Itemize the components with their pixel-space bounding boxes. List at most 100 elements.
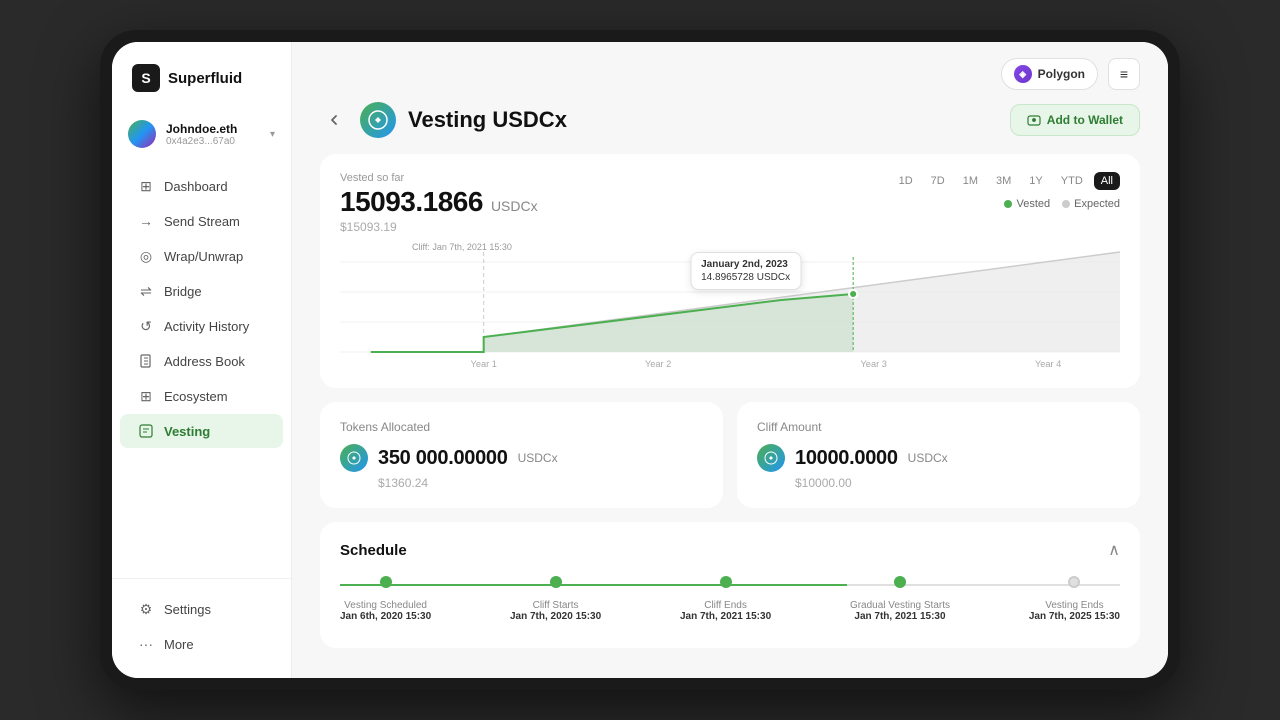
stat-card-cliff-amount: Cliff Amount 10000.0000 USDCx $1 <box>737 402 1140 508</box>
network-selector-button[interactable]: ◈ Polygon <box>1001 58 1098 90</box>
stat-usd-tokens: $1360.24 <box>340 476 703 490</box>
schedule-title: Schedule <box>340 542 407 559</box>
page-header-left: Vesting USDCx <box>320 102 567 138</box>
settings-icon: ⚙ <box>138 601 154 617</box>
sidebar-item-vesting[interactable]: Vesting <box>120 414 283 448</box>
token-icon-small <box>340 444 368 472</box>
network-name: Polygon <box>1038 67 1085 81</box>
sidebar-item-label: Dashboard <box>164 179 228 194</box>
filter-ytd[interactable]: YTD <box>1054 172 1090 190</box>
menu-button[interactable]: ≡ <box>1108 58 1140 90</box>
stat-label-cliff-amount: Cliff Amount <box>757 420 1120 434</box>
sidebar: S Superfluid Johndoe.eth 0x4a2e3...67a0 … <box>112 42 292 678</box>
milestone-label-0: Vesting Scheduled <box>340 600 431 611</box>
svg-text:Year 1: Year 1 <box>471 359 497 369</box>
milestone-vesting-ends: Vesting Ends Jan 7th, 2025 15:30 <box>1029 576 1120 622</box>
chart-controls: 1D 7D 1M 3M 1Y YTD All <box>892 172 1120 210</box>
user-name: Johndoe.eth <box>166 122 260 136</box>
milestone-label-1: Cliff Starts <box>510 600 601 611</box>
token-icon-small-cliff <box>757 444 785 472</box>
stat-amount-row-cliff: 10000.0000 USDCx <box>757 444 1120 472</box>
legend-vested: Vested <box>1004 198 1050 210</box>
topbar: ◈ Polygon ≡ <box>292 42 1168 90</box>
legend-expected: Expected <box>1062 198 1120 210</box>
milestone-date-1: Jan 7th, 2020 15:30 <box>510 611 601 622</box>
vested-label: Vested so far <box>340 172 538 184</box>
stat-amount-tokens: 350 000.00000 <box>378 447 508 470</box>
sidebar-item-dashboard[interactable]: ⊞ Dashboard <box>120 169 283 203</box>
milestone-date-2: Jan 7th, 2021 15:30 <box>680 611 771 622</box>
milestone-dot-0 <box>380 576 392 588</box>
milestone-date-4: Jan 7th, 2025 15:30 <box>1029 611 1120 622</box>
filter-all[interactable]: All <box>1094 172 1120 190</box>
cliff-label: Cliff: Jan 7th, 2021 15:30 <box>412 242 512 252</box>
stat-label-tokens-allocated: Tokens Allocated <box>340 420 703 434</box>
stat-card-tokens-allocated: Tokens Allocated 350 000.00000 USDCx <box>320 402 723 508</box>
sidebar-item-settings[interactable]: ⚙ Settings <box>120 592 283 626</box>
timeline-points: Vesting Scheduled Jan 6th, 2020 15:30 Cl… <box>340 576 1120 622</box>
sidebar-item-more[interactable]: ··· More <box>120 627 283 661</box>
sidebar-item-activity-history[interactable]: ↺ Activity History <box>120 309 283 343</box>
milestone-dot-3 <box>894 576 906 588</box>
ecosystem-icon: ⊞ <box>138 388 154 404</box>
address-book-icon <box>138 353 154 369</box>
milestone-label-2: Cliff Ends <box>680 600 771 611</box>
svg-text:Year 4: Year 4 <box>1035 359 1061 369</box>
page-header: Vesting USDCx Add to Wallet <box>320 102 1140 138</box>
stats-row: Tokens Allocated 350 000.00000 USDCx <box>320 402 1140 508</box>
vested-info: Vested so far 15093.1866 USDCx $15093.19 <box>340 172 538 234</box>
stat-token-cliff: USDCx <box>908 451 948 465</box>
token-icon-large <box>360 102 396 138</box>
nav-items: ⊞ Dashboard → Send Stream ◎ Wrap/Unwrap … <box>112 162 291 578</box>
sidebar-item-send-stream[interactable]: → Send Stream <box>120 204 283 238</box>
legend-expected-dot <box>1062 200 1070 208</box>
main-content: ◈ Polygon ≡ <box>292 42 1168 678</box>
vesting-icon <box>138 423 154 439</box>
user-section[interactable]: Johndoe.eth 0x4a2e3...67a0 ▾ <box>112 110 291 162</box>
schedule-card: Schedule ∧ Vesting Scheduled Jan 6th, 20 <box>320 522 1140 648</box>
vested-token: USDCx <box>491 198 538 214</box>
filter-1d[interactable]: 1D <box>892 172 920 190</box>
superfluid-logo-icon: S <box>132 64 160 92</box>
polygon-icon: ◈ <box>1014 65 1032 83</box>
milestone-date-3: Jan 7th, 2021 15:30 <box>850 611 950 622</box>
sidebar-item-label: Vesting <box>164 424 210 439</box>
stat-token-tokens: USDCx <box>518 451 558 465</box>
filter-1y[interactable]: 1Y <box>1022 172 1049 190</box>
svg-text:Year 2: Year 2 <box>645 359 671 369</box>
legend-expected-label: Expected <box>1074 198 1120 210</box>
sidebar-item-label: Settings <box>164 602 211 617</box>
avatar <box>128 120 156 148</box>
collapse-button[interactable]: ∧ <box>1108 540 1120 560</box>
bridge-icon: ⇌ <box>138 283 154 299</box>
chart-area: Cliff: Jan 7th, 2021 15:30 <box>340 242 1120 372</box>
add-to-wallet-button[interactable]: Add to Wallet <box>1010 104 1140 136</box>
tablet-inner: S Superfluid Johndoe.eth 0x4a2e3...67a0 … <box>112 42 1168 678</box>
chart-card: Vested so far 15093.1866 USDCx $15093.19… <box>320 154 1140 388</box>
page-title: Vesting USDCx <box>408 107 567 133</box>
send-stream-icon: → <box>138 213 154 229</box>
stat-amount-row: 350 000.00000 USDCx <box>340 444 703 472</box>
sidebar-item-label: Bridge <box>164 284 202 299</box>
sidebar-item-label: Activity History <box>164 319 249 334</box>
sidebar-item-label: Address Book <box>164 354 245 369</box>
sidebar-bottom: ⚙ Settings ··· More <box>112 578 291 678</box>
svg-text:Year 3: Year 3 <box>861 359 887 369</box>
sidebar-item-address-book[interactable]: Address Book <box>120 344 283 378</box>
sidebar-item-wrap-unwrap[interactable]: ◎ Wrap/Unwrap <box>120 239 283 273</box>
sidebar-item-bridge[interactable]: ⇌ Bridge <box>120 274 283 308</box>
filter-7d[interactable]: 7D <box>924 172 952 190</box>
chart-legend: Vested Expected <box>1004 198 1120 210</box>
milestone-vesting-scheduled: Vesting Scheduled Jan 6th, 2020 15:30 <box>340 576 431 622</box>
milestone-date-0: Jan 6th, 2020 15:30 <box>340 611 431 622</box>
dashboard-icon: ⊞ <box>138 178 154 194</box>
stat-amount-cliff: 10000.0000 <box>795 447 898 470</box>
sidebar-item-ecosystem[interactable]: ⊞ Ecosystem <box>120 379 283 413</box>
filter-1m[interactable]: 1M <box>956 172 985 190</box>
filter-3m[interactable]: 3M <box>989 172 1018 190</box>
back-button[interactable] <box>320 106 348 134</box>
wrap-unwrap-icon: ◎ <box>138 248 154 264</box>
legend-vested-label: Vested <box>1016 198 1050 210</box>
vested-usd: $15093.19 <box>340 220 538 234</box>
milestone-gradual-vesting: Gradual Vesting Starts Jan 7th, 2021 15:… <box>850 576 950 622</box>
